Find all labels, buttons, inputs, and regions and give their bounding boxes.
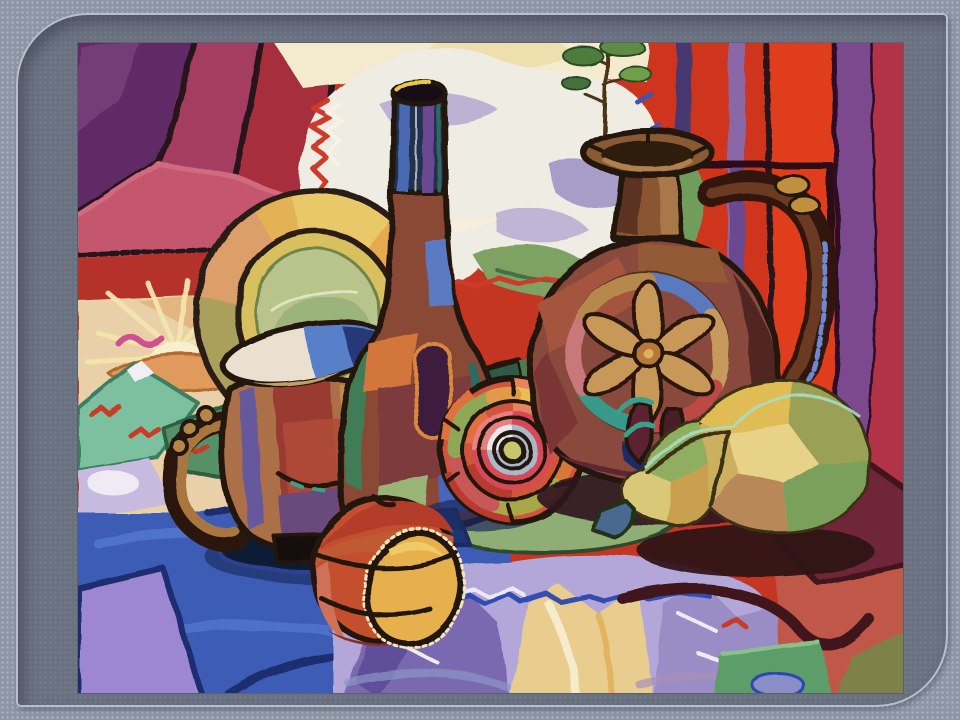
painting-svg <box>78 43 903 693</box>
slide-background <box>0 0 960 720</box>
artwork-image <box>78 43 903 693</box>
gourd-shadow <box>638 525 874 577</box>
